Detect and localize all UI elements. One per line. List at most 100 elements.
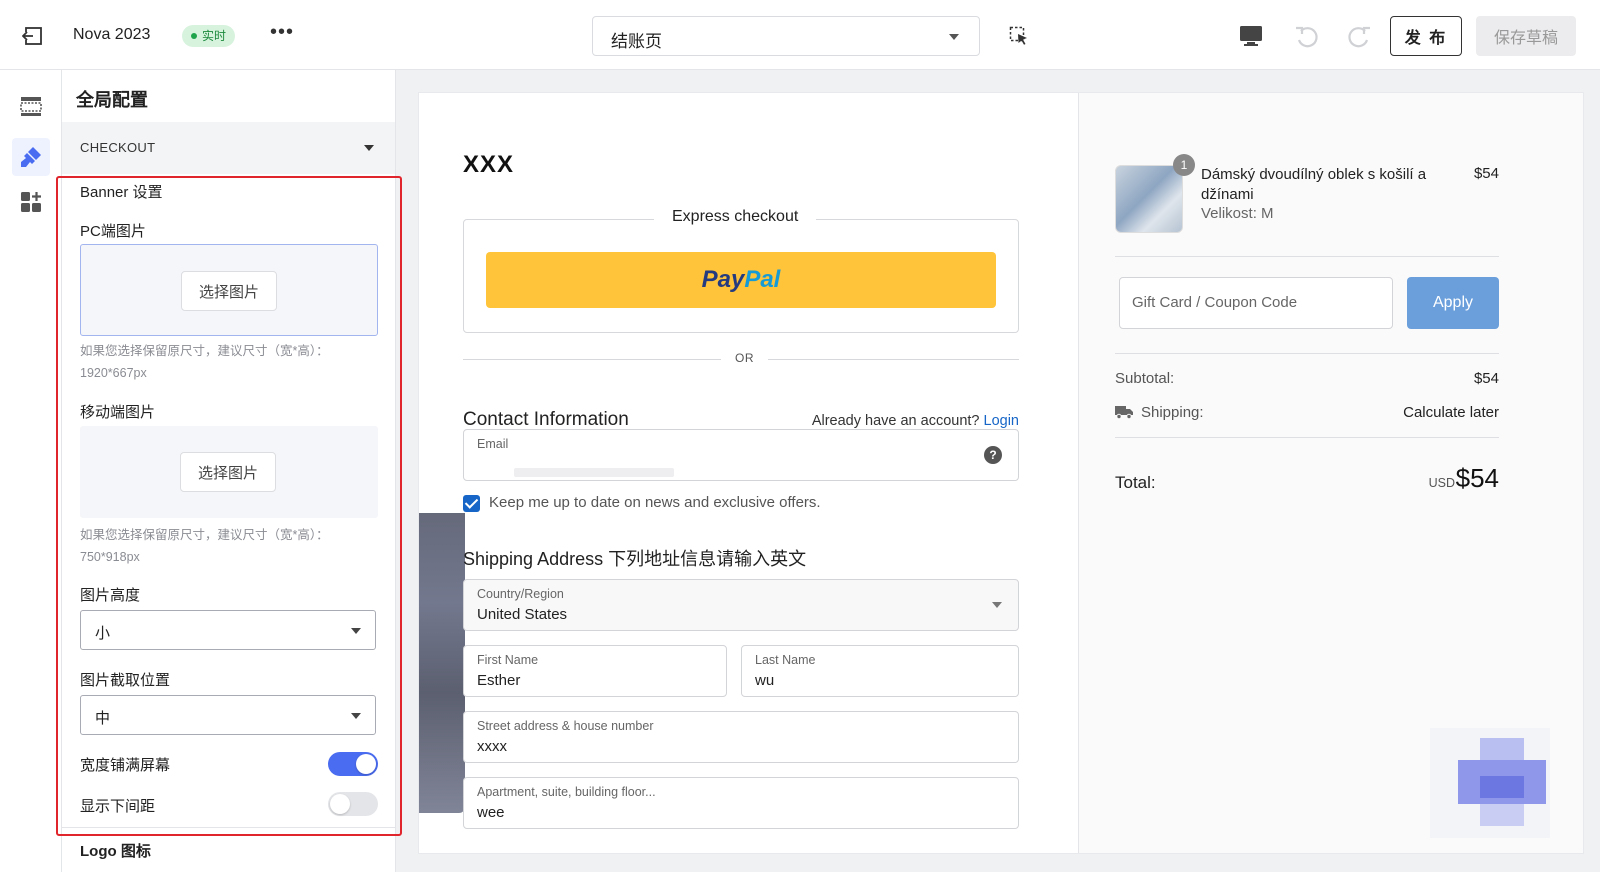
mobile-choose-image-button[interactable]: 选择图片 <box>180 452 276 492</box>
toggle-knob <box>330 794 350 814</box>
country-value: United States <box>477 606 568 623</box>
layout-icon[interactable] <box>19 94 43 118</box>
currency-code: USD <box>1428 476 1455 490</box>
newsletter-label: Keep me up to date on news and exclusive… <box>489 494 821 511</box>
crop-position-value: 中 <box>95 710 111 727</box>
total-label: Total: <box>1115 473 1156 492</box>
first-name-field[interactable]: First Name Esther <box>463 645 727 697</box>
summary-divider <box>1115 256 1499 257</box>
street-value: xxxx <box>477 738 507 755</box>
product-name: Dámský dvoudílný oblek s košilí a džínam… <box>1201 166 1427 203</box>
total-value: $54 <box>1455 463 1499 493</box>
image-height-label: 图片高度 <box>80 587 141 604</box>
email-label: Email <box>477 437 509 451</box>
or-text: OR <box>721 351 768 365</box>
street-label: Street address & house number <box>477 719 654 733</box>
exit-icon[interactable] <box>22 25 44 47</box>
panel-divider <box>62 827 395 828</box>
apartment-field[interactable]: Apartment, suite, building floor... wee <box>463 777 1019 829</box>
toggle-knob <box>356 754 376 774</box>
pc-image-hint: 如果您选择保留原尺寸，建议尺寸（宽*高）：1920*667px <box>80 344 329 380</box>
mobile-image-hint: 如果您选择保留原尺寸，建议尺寸（宽*高）：750*918px <box>80 528 329 564</box>
brush-icon[interactable] <box>19 145 43 169</box>
mobile-image-label: 移动端图片 <box>80 404 156 421</box>
icon-rail <box>0 70 62 872</box>
coupon-input[interactable]: Gift Card / Coupon Code <box>1119 277 1393 329</box>
logo-section-label: Logo 图标 <box>80 843 151 860</box>
coupon-placeholder: Gift Card / Coupon Code <box>1132 294 1298 311</box>
quantity-badge: 1 <box>1173 154 1195 176</box>
publish-button[interactable]: 发 布 <box>1390 16 1462 56</box>
redacted-email <box>514 468 674 477</box>
first-name-label: First Name <box>477 653 539 667</box>
truck-icon <box>1115 406 1133 419</box>
select-tool-icon[interactable] <box>1009 26 1029 46</box>
page-select-value: 结账页 <box>611 32 662 51</box>
country-label: Country/Region <box>477 587 564 601</box>
more-options-icon[interactable]: ••• <box>270 21 294 44</box>
mobile-image-upload[interactable]: 选择图片 <box>80 426 378 518</box>
newsletter-checkbox[interactable] <box>463 495 480 512</box>
image-height-select[interactable]: 小 <box>80 610 376 650</box>
pc-image-upload[interactable]: 选择图片 <box>80 244 378 336</box>
checkout-preview: 1 Dámský dvoudílný oblek s košilí a džín… <box>418 92 1584 854</box>
image-height-value: 小 <box>95 625 111 642</box>
desktop-icon[interactable] <box>1238 23 1264 49</box>
subtotal-value: $54 <box>1473 370 1499 387</box>
full-width-toggle[interactable] <box>328 752 378 776</box>
save-draft-button[interactable]: 保存草稿 <box>1476 16 1576 56</box>
settings-panel: 全局配置 CHECKOUT Banner 设置 PC端图片 选择图片 如果您选择… <box>62 70 396 872</box>
store-name: XXX <box>463 151 515 178</box>
apps-icon[interactable] <box>19 190 43 214</box>
chevron-down-icon <box>949 34 959 40</box>
contact-heading: Contact Information <box>463 409 629 430</box>
column-divider <box>1078 93 1079 853</box>
first-name-value: Esther <box>477 672 521 689</box>
product-variant: Velikost: M <box>1201 205 1274 222</box>
apartment-label: Apartment, suite, building floor... <box>477 785 656 799</box>
shipping-value: Calculate later <box>1403 404 1499 421</box>
paypal-button[interactable]: PayPal <box>486 252 996 308</box>
page-select[interactable]: 结账页 <box>592 16 980 56</box>
account-prompt: Already have an account? Login <box>801 413 1019 429</box>
express-checkout-box: Express checkout PayPal <box>463 208 1019 333</box>
login-link[interactable]: Login <box>984 413 1019 429</box>
have-account-text: Already have an account? <box>811 413 980 429</box>
undo-icon[interactable] <box>1293 23 1319 49</box>
bottom-gap-toggle[interactable] <box>328 792 378 816</box>
panel-title: 全局配置 <box>76 90 148 110</box>
apartment-value: wee <box>477 804 505 821</box>
express-checkout-title: Express checkout <box>654 208 817 226</box>
apply-coupon-button[interactable]: Apply <box>1407 277 1499 329</box>
pc-image-label: PC端图片 <box>80 223 146 240</box>
subtotal-label: Subtotal: <box>1115 370 1175 387</box>
crop-position-select[interactable]: 中 <box>80 695 376 735</box>
section-checkout[interactable]: CHECKOUT <box>62 122 395 174</box>
last-name-value: wu <box>755 672 775 689</box>
street-address-field[interactable]: Street address & house number xxxx <box>463 711 1019 763</box>
paypal-logo-pay: Pay <box>701 266 745 293</box>
summary-divider <box>1115 353 1499 354</box>
last-name-label: Last Name <box>755 653 816 667</box>
chevron-down-icon <box>351 713 361 719</box>
shipping-heading: Shipping Address 下列地址信息请输入英文 <box>463 549 807 569</box>
shipping-label: Shipping: <box>1141 404 1204 421</box>
paypal-logo-pal: Pal <box>744 266 781 293</box>
store-title: Nova 2023 <box>73 26 151 43</box>
country-select[interactable]: Country/Region United States <box>463 579 1019 631</box>
chevron-down-icon <box>364 145 374 151</box>
top-bar: Nova 2023 实时 ••• 结账页 发 布 保存草稿 <box>0 0 1600 70</box>
product-thumbnail <box>1115 165 1183 233</box>
product-price: $54 <box>1473 165 1499 182</box>
last-name-field[interactable]: Last Name wu <box>741 645 1019 697</box>
live-status-badge: 实时 <box>182 25 236 47</box>
chevron-down-icon <box>992 602 1002 608</box>
redacted-overlay <box>1430 728 1550 838</box>
section-label: CHECKOUT <box>80 140 156 155</box>
redo-icon[interactable] <box>1347 23 1373 49</box>
help-icon[interactable]: ? <box>984 446 1002 464</box>
email-field[interactable]: Email ? <box>463 429 1019 481</box>
pc-choose-image-button[interactable]: 选择图片 <box>181 271 277 311</box>
chevron-down-icon <box>351 628 361 634</box>
banner-settings-title: Banner 设置 <box>80 184 163 201</box>
